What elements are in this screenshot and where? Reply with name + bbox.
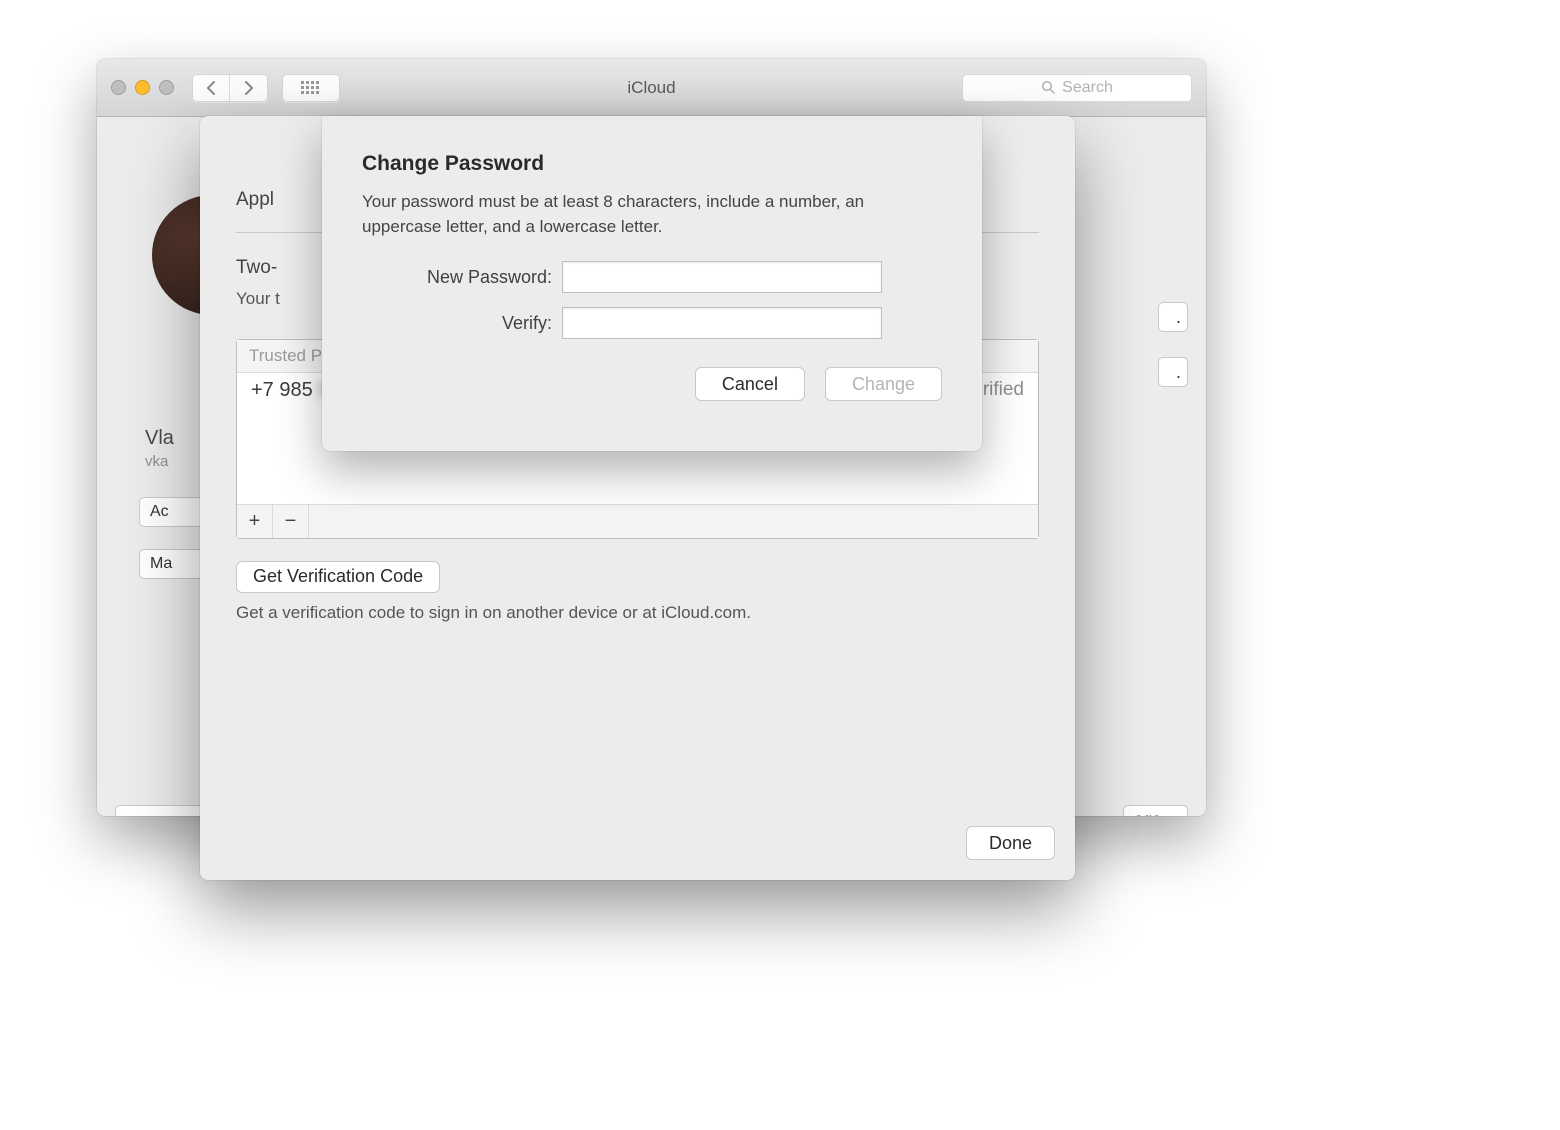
back-button[interactable] [192,74,230,102]
search-input[interactable]: Search [962,74,1192,102]
plus-icon: + [249,510,261,533]
titlebar: iCloud Search [97,59,1206,117]
minimize-window-icon[interactable] [135,80,150,95]
button-label: Change [852,374,915,395]
get-verification-code-button[interactable]: Get Verification Code [236,561,440,593]
phone-list-footer: + − [237,504,1038,538]
verify-password-label: Verify: [362,313,552,334]
close-window-icon[interactable] [111,80,126,95]
zoom-window-icon[interactable] [159,80,174,95]
minus-icon: − [285,510,297,533]
get-code-description: Get a verification code to sign in on an… [236,603,1039,623]
nav-group [192,74,268,102]
change-button[interactable]: Change [825,367,942,401]
remove-phone-button[interactable]: − [273,505,309,538]
new-password-label: New Password: [362,267,552,288]
change-password-dialog: Change Password Your password must be at… [322,116,982,451]
manage-storage-button-clip[interactable]: age… [1123,805,1188,816]
verify-password-field[interactable] [562,307,882,339]
button-label: Get Verification Code [253,566,423,587]
forward-button[interactable] [230,74,268,102]
cancel-button[interactable]: Cancel [695,367,805,401]
traffic-lights [111,80,174,95]
search-placeholder: Search [1062,79,1113,97]
user-name: Vla [145,427,174,450]
dialog-buttons: Cancel Change [362,367,942,401]
button-label: age… [1134,811,1177,816]
new-password-field[interactable] [562,261,882,293]
grid-icon [301,81,321,95]
button-label: Ma [150,555,172,573]
button-label: Ac [150,503,169,521]
dialog-title: Change Password [362,152,942,176]
verify-password-row: Verify: [362,307,942,339]
apple-id-label: Appl [236,189,274,211]
show-all-button[interactable] [282,74,340,102]
background-button-clip-1[interactable]: . [1158,302,1188,332]
button-label: Cancel [722,374,778,395]
new-password-row: New Password: [362,261,942,293]
chevron-left-icon [205,81,217,95]
button-label: Done [989,833,1032,854]
done-button[interactable]: Done [966,826,1055,860]
chevron-right-icon [243,81,255,95]
dialog-description: Your password must be at least 8 charact… [362,190,942,239]
background-button-clip-2[interactable]: . [1158,357,1188,387]
search-icon [1041,80,1056,95]
add-phone-button[interactable]: + [237,505,273,538]
user-email: vka [145,453,168,470]
